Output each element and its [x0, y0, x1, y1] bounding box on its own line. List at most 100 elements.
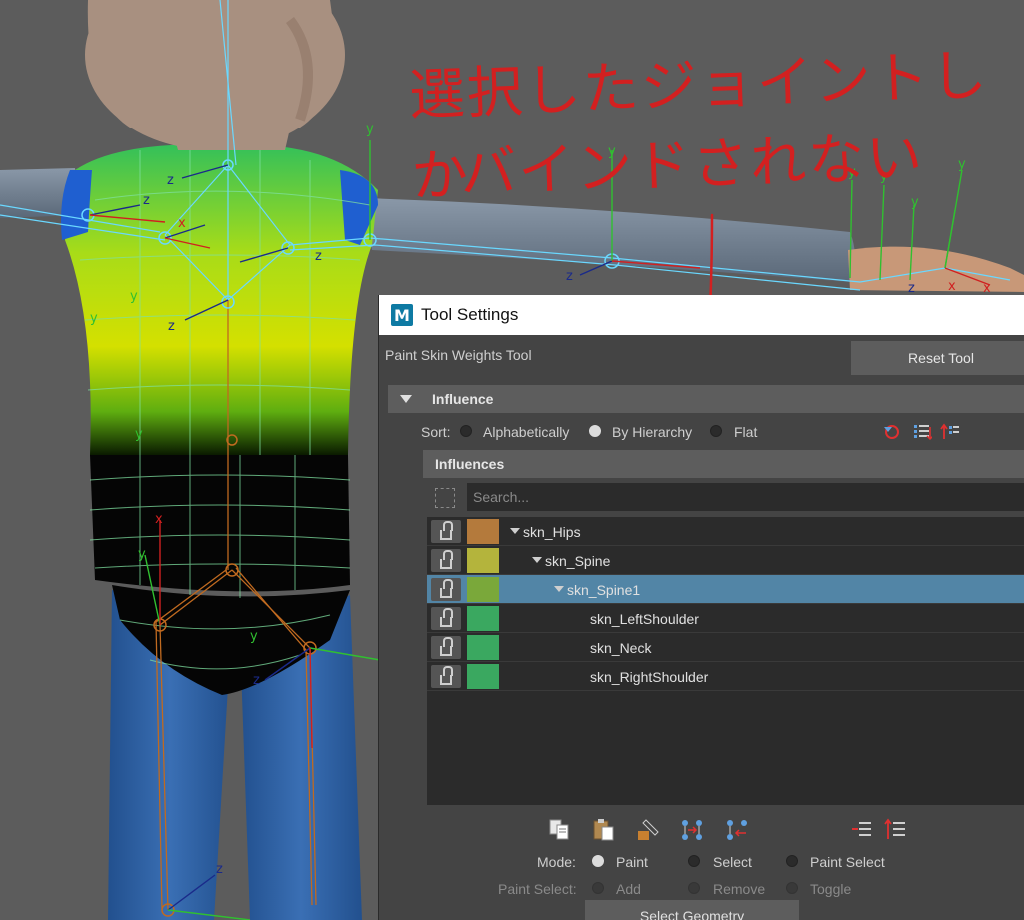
sort-hierarchy-up-icon[interactable]: [883, 817, 909, 843]
reset-tool-button[interactable]: Reset Tool: [851, 341, 1024, 375]
axis-label-z: z: [253, 673, 260, 688]
maya-logo-icon: M: [391, 304, 413, 326]
lock-icon[interactable]: [431, 665, 461, 688]
axis-label-y: y: [135, 427, 143, 442]
axis-label-x: x: [155, 512, 163, 527]
influence-color-swatch[interactable]: [467, 577, 499, 602]
show-influences-icon[interactable]: [724, 817, 750, 843]
influence-color-swatch[interactable]: [467, 548, 499, 573]
axis-label-y: y: [366, 122, 374, 137]
influence-row[interactable]: skn_LeftShoulder: [427, 604, 1024, 633]
axis-label-x: x: [948, 279, 956, 294]
tool-settings-window: M Tool Settings Paint Skin Weights Tool …: [378, 295, 1024, 920]
sort-options: Sort: Alphabetically By Hierarchy Flat: [379, 420, 1024, 444]
axis-label-y: y: [911, 195, 919, 210]
influence-row[interactable]: skn_Neck: [427, 633, 1024, 662]
influence-color-swatch[interactable]: [467, 664, 499, 689]
axis-label-y: y: [848, 165, 856, 180]
tool-header: Paint Skin Weights Tool Reset Tool: [379, 335, 1024, 379]
sort-flat-label[interactable]: Flat: [734, 424, 757, 440]
weight-hammer-icon[interactable]: [636, 817, 662, 843]
influence-color-swatch[interactable]: [467, 635, 499, 660]
mode-paint-label[interactable]: Paint: [616, 854, 648, 870]
lock-icon[interactable]: [431, 607, 461, 630]
influence-name: skn_Spine: [545, 553, 611, 569]
padlock-icon: [440, 520, 453, 540]
copy-weights-icon[interactable]: [547, 817, 573, 843]
lock-icon[interactable]: [431, 636, 461, 659]
axis-label-y: y: [958, 157, 966, 172]
sort-up-icon[interactable]: [940, 423, 960, 441]
paint-select-toggle-label[interactable]: Toggle: [810, 881, 851, 897]
mode-select-label[interactable]: Select: [713, 854, 752, 870]
paint-select-remove-radio[interactable]: [688, 882, 700, 894]
paint-select-label: Paint Select:: [498, 881, 577, 897]
paint-select-toggle-radio[interactable]: [786, 882, 798, 894]
axis-label-z: z: [216, 862, 223, 877]
paint-select-add-label[interactable]: Add: [616, 881, 641, 897]
sort-alphabetically-radio[interactable]: [460, 425, 472, 437]
axis-label-y: y: [138, 547, 146, 562]
influence-color-swatch[interactable]: [467, 606, 499, 631]
mode-paint-select-label[interactable]: Paint Select: [810, 854, 885, 870]
mode-select-radio[interactable]: [688, 855, 700, 867]
sort-by-hierarchy-label[interactable]: By Hierarchy: [612, 424, 692, 440]
padlock-icon: [440, 636, 453, 656]
influence-row[interactable]: skn_Spine: [427, 546, 1024, 575]
paint-select-add-radio[interactable]: [592, 882, 604, 894]
influences-list-header: Influences: [423, 450, 1024, 478]
axis-label-y: y: [90, 311, 98, 326]
influence-tool-icons: [379, 805, 1024, 845]
influence-name: skn_Neck: [590, 640, 652, 656]
padlock-icon: [440, 549, 453, 569]
influence-name: skn_RightShoulder: [590, 669, 709, 685]
filter-icon[interactable]: [435, 488, 455, 508]
axis-label-z: z: [908, 281, 915, 296]
move-weights-icon[interactable]: [679, 817, 705, 843]
influence-row[interactable]: skn_Spine1: [427, 575, 1024, 604]
sort-flat-radio[interactable]: [710, 425, 722, 437]
axis-label-x: x: [983, 281, 991, 296]
sort-hierarchy-down-icon[interactable]: [849, 817, 875, 843]
influence-color-swatch[interactable]: [467, 519, 499, 544]
axis-label-y: y: [130, 289, 138, 304]
collapse-arrow-icon[interactable]: [400, 395, 412, 403]
padlock-icon: [440, 665, 453, 685]
mode-options: Mode: Paint Select Paint Select: [379, 851, 1024, 875]
axis-label-z: z: [168, 319, 175, 334]
influence-name: skn_LeftShoulder: [590, 611, 699, 627]
axis-label-y: y: [608, 144, 616, 159]
expand-arrow-icon[interactable]: [510, 528, 520, 534]
axis-label-z: z: [566, 269, 573, 284]
influence-tree[interactable]: skn_Hips skn_Spine skn_Spine1 skn_LeftShoul…: [427, 517, 1024, 805]
padlock-icon: [440, 578, 453, 598]
paste-weights-icon[interactable]: [591, 817, 617, 843]
sort-by-hierarchy-radio[interactable]: [589, 425, 601, 437]
influence-name: skn_Spine1: [567, 582, 641, 598]
axis-label-y: y: [880, 169, 888, 184]
influence-search-input[interactable]: [467, 483, 1024, 511]
window-title-bar[interactable]: M Tool Settings: [379, 295, 1024, 335]
expand-arrow-icon[interactable]: [532, 557, 542, 563]
influence-row[interactable]: skn_RightShoulder: [427, 662, 1024, 691]
select-geometry-button[interactable]: Select Geometry: [585, 900, 799, 920]
lock-icon[interactable]: [431, 549, 461, 572]
mode-paint-radio[interactable]: [592, 855, 604, 867]
influence-section-header[interactable]: Influence: [388, 385, 1024, 413]
lock-icon[interactable]: [431, 578, 461, 601]
mode-label: Mode:: [537, 854, 576, 870]
expand-arrow-icon[interactable]: [554, 586, 564, 592]
axis-label-z: z: [167, 173, 174, 188]
sort-down-icon[interactable]: [912, 423, 932, 441]
influence-row[interactable]: skn_Hips: [427, 517, 1024, 546]
paint-select-remove-label[interactable]: Remove: [713, 881, 765, 897]
mode-paint-select-radio[interactable]: [786, 855, 798, 867]
influence-section-title: Influence: [432, 391, 494, 407]
axis-label-y: y: [250, 629, 258, 644]
paint-select-options: Paint Select: Add Remove Toggle: [379, 878, 1024, 902]
influence-name: skn_Hips: [523, 524, 581, 540]
refresh-icon[interactable]: [882, 423, 902, 441]
lock-icon[interactable]: [431, 520, 461, 543]
axis-label-z: z: [143, 193, 150, 208]
sort-alphabetically-label[interactable]: Alphabetically: [483, 424, 569, 440]
